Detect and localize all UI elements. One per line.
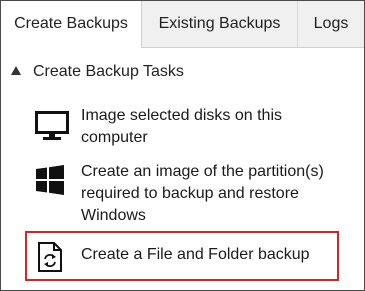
tab-existing-backups[interactable]: Existing Backups [142,1,298,47]
task-image-windows-partitions[interactable]: Create an image of the partition(s) requ… [25,161,345,231]
task-file-folder-backup[interactable]: Create a File and Folder backup [25,231,339,281]
tab-bar: Create Backups Existing Backups Logs [1,1,364,48]
windows-logo-icon [35,165,65,200]
collapse-triangle-icon[interactable] [11,66,21,75]
section-header-create-backup-tasks[interactable]: Create Backup Tasks [11,63,184,87]
section-title: Create Backup Tasks [33,63,184,80]
monitor-icon [35,111,69,146]
backup-panel: Create Backups Existing Backups Logs Cre… [0,0,365,291]
task-image-selected-disks[interactable]: Image selected disks on this computer [25,105,345,151]
tab-logs[interactable]: Logs [298,1,364,47]
task-label: Image selected disks on this computer [81,107,282,146]
tab-create-backups[interactable]: Create Backups [1,1,142,48]
file-sync-icon [37,241,63,278]
task-label: Create an image of the partition(s) requ… [81,163,324,224]
task-label: Create a File and Folder backup [81,246,310,263]
